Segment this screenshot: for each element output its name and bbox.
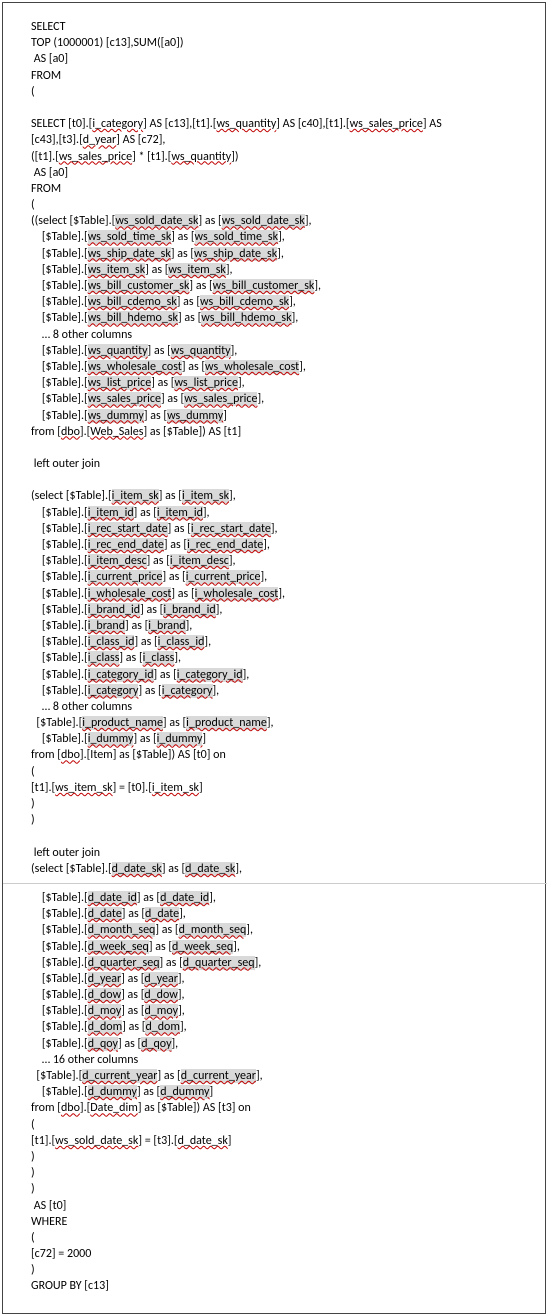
code-line: ( [31,1117,527,1133]
code-line: [$Table].[d_current_year] as [d_current_… [31,1068,527,1084]
code-line: ) [31,1149,527,1165]
code-line: [$Table].[ws_quantity] as [ws_quantity], [31,343,527,359]
code-line: [$Table].[i_brand] as [i_brand], [31,618,527,634]
code-line: ([t1].[ws_sales_price] * [t1].[ws_quanti… [31,149,527,165]
code-line: (select [$Table].[i_item_sk] as [i_item_… [31,488,527,504]
code-line: [$Table].[i_class] as [i_class], [31,650,527,666]
code-line: [$Table].[i_rec_start_date] as [i_rec_st… [31,521,527,537]
blank-line [31,472,527,488]
code-line: ( [31,84,527,100]
code-line: [$Table].[i_item_id] as [i_item_id], [31,505,527,521]
code-line: [$Table].[ws_dummy] as [ws_dummy] [31,408,527,424]
page-separator [3,883,547,884]
code-line: [$Table].[i_class_id] as [i_class_id], [31,634,527,650]
code-line: [$Table].[d_qoy] as [d_qoy], [31,1036,527,1052]
blank-line [31,440,527,456]
code-line: ) [31,1165,527,1181]
code-line: (select [$Table].[d_date_sk] as [d_date_… [31,861,527,877]
code-line: [$Table].[ws_ship_date_sk] as [ws_ship_d… [31,246,527,262]
code-line: … 16 other columns [31,1052,527,1068]
code-line: ( [31,197,527,213]
code-line: [$Table].[i_rec_end_date] as [i_rec_end_… [31,537,527,553]
code-line: … 8 other columns [31,699,527,715]
sql-document-page: SELECTTOP (1000001) [c13],SUM([a0]) AS [… [2,2,546,1314]
code-line: [$Table].[i_brand_id] as [i_brand_id], [31,602,527,618]
code-line: from [dbo].[Web_Sales] as [$Table]) AS [… [31,424,527,440]
code-line: ) [31,1181,527,1197]
code-line: [$Table].[i_dummy] as [i_dummy] [31,731,527,747]
code-line: from [dbo].[Date_dim] as [$Table]) AS [t… [31,1100,527,1116]
code-line: [$Table].[ws_list_price] as [ws_list_pri… [31,375,527,391]
code-line: ) [31,1262,527,1278]
code-line: from [dbo].[Item] as [$Table]) AS [t0] o… [31,747,527,763]
code-line: left outer join [31,845,527,861]
code-line: [$Table].[ws_bill_hdemo_sk] as [ws_bill_… [31,310,527,326]
code-line: GROUP BY [c13] [31,1278,527,1294]
code-line: [$Table].[i_category_id] as [i_category_… [31,667,527,683]
blank-line [31,828,527,844]
code-line: ( [31,764,527,780]
code-line: AS [a0] [31,165,527,181]
code-line: [$Table].[d_date] as [d_date], [31,906,527,922]
code-line: ( [31,1230,527,1246]
code-line: [$Table].[i_category] as [i_category], [31,683,527,699]
code-line: [$Table].[d_dow] as [d_dow], [31,987,527,1003]
code-line: [$Table].[i_wholesale_cost] as [i_wholes… [31,586,527,602]
code-line: FROM [31,181,527,197]
code-line: FROM [31,68,527,84]
code-line: SELECT [31,19,527,35]
code-line: … 8 other columns [31,327,527,343]
code-line: [$Table].[d_dummy] as [d_dummy] [31,1084,527,1100]
code-line: [$Table].[i_item_desc] as [i_item_desc], [31,553,527,569]
code-line: TOP (1000001) [c13],SUM([a0]) [31,35,527,51]
code-line: ) [31,796,527,812]
code-line: [$Table].[ws_item_sk] as [ws_item_sk], [31,262,527,278]
code-line: left outer join [31,456,527,472]
code-line: [$Table].[i_product_name] as [i_product_… [31,715,527,731]
code-line: [$Table].[ws_bill_cdemo_sk] as [ws_bill_… [31,294,527,310]
code-line: [$Table].[d_week_seq] as [d_week_seq], [31,939,527,955]
code-line: [$Table].[d_dom] as [d_dom], [31,1019,527,1035]
code-line: [t1].[ws_sold_date_sk] = [t3].[d_date_sk… [31,1133,527,1149]
code-line: [$Table].[ws_sales_price] as [ws_sales_p… [31,391,527,407]
code-line: [$Table].[ws_bill_customer_sk] as [ws_bi… [31,278,527,294]
code-line: AS [a0] [31,51,527,67]
code-line: ((select [$Table].[ws_sold_date_sk] as [… [31,213,527,229]
code-line: [$Table].[i_current_price] as [i_current… [31,569,527,585]
blank-line [31,100,527,116]
code-line: [$Table].[d_year] as [d_year], [31,971,527,987]
code-line: [$Table].[ws_wholesale_cost] as [ws_whol… [31,359,527,375]
code-line: [t1].[ws_item_sk] = [t0].[i_item_sk] [31,780,527,796]
code-line: WHERE [31,1214,527,1230]
code-line: [c43],[t3].[d_year] AS [c72], [31,132,527,148]
code-line: SELECT [t0].[i_category] AS [c13],[t1].[… [31,116,527,132]
code-line: [$Table].[d_month_seq] as [d_month_seq], [31,922,527,938]
code-line: [$Table].[ws_sold_time_sk] as [ws_sold_t… [31,229,527,245]
code-line: [c72] = 2000 [31,1246,527,1262]
code-line: ) [31,812,527,828]
code-line: [$Table].[d_moy] as [d_moy], [31,1003,527,1019]
code-line: [$Table].[d_quarter_seq] as [d_quarter_s… [31,955,527,971]
code-line: AS [t0] [31,1198,527,1214]
code-line: [$Table].[d_date_id] as [d_date_id], [31,890,527,906]
